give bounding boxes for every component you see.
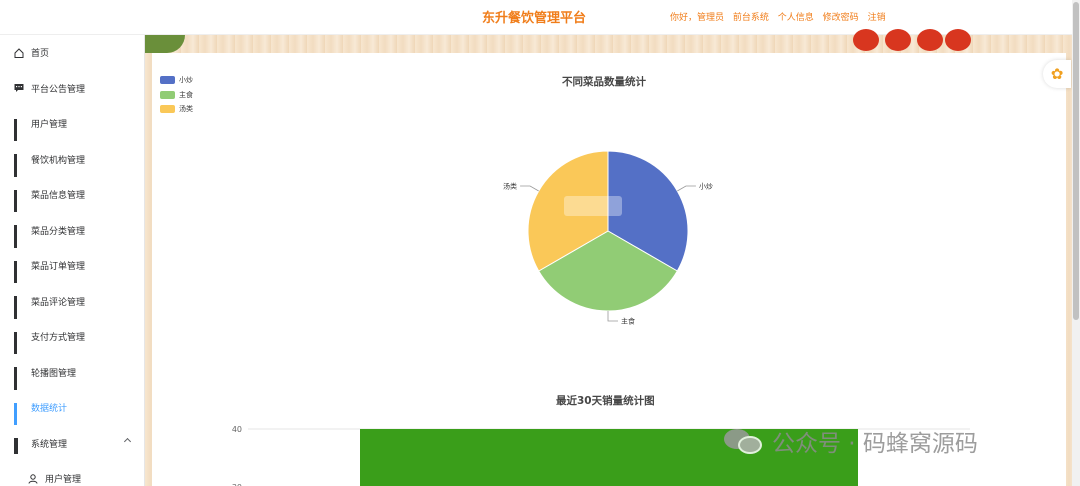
pie-label: 主食 bbox=[621, 317, 635, 326]
watermark: 公众号 · 码蜂窝源码 bbox=[724, 424, 978, 458]
pie-label: 小炒 bbox=[699, 182, 713, 191]
pie-label: 汤类 bbox=[503, 182, 517, 191]
pie-label-line bbox=[607, 311, 618, 322]
pie-label-line bbox=[677, 185, 696, 192]
charts-canvas: 小炒主食汤类4030 bbox=[232, 150, 970, 486]
scrollbar-thumb[interactable] bbox=[1073, 2, 1079, 320]
page-scrollbar[interactable] bbox=[1072, 0, 1080, 486]
pie-label-line bbox=[520, 185, 539, 192]
tooltip-ghost bbox=[564, 196, 622, 216]
bar-y-tick: 40 bbox=[232, 425, 242, 434]
wechat-icon bbox=[724, 426, 764, 456]
flower-icon[interactable]: ✿ bbox=[1043, 60, 1071, 88]
watermark-text: 公众号 · 码蜂窝源码 bbox=[772, 431, 978, 457]
